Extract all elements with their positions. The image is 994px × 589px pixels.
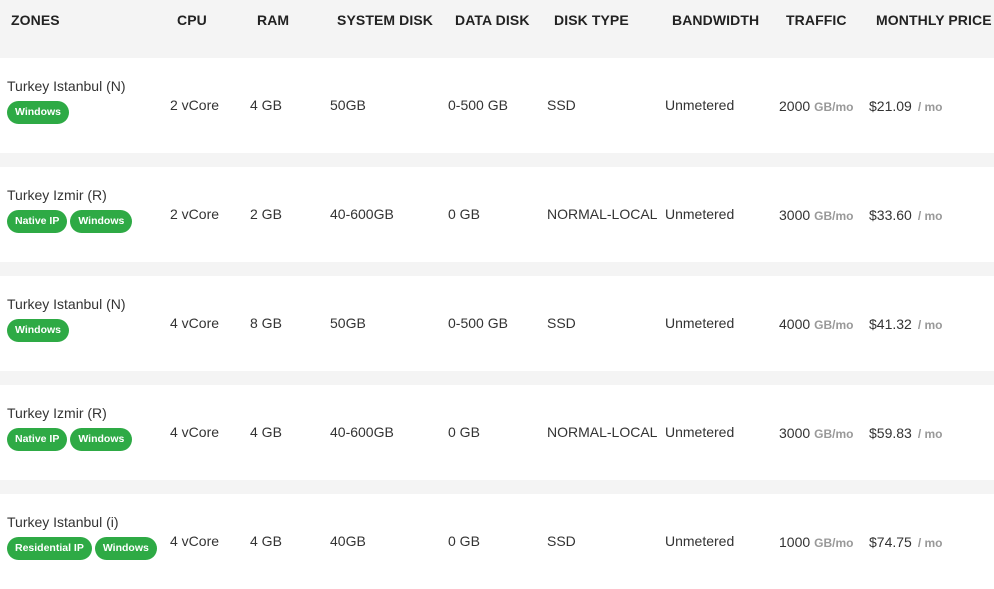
disk-type-value: SSD [547,315,576,331]
zone-badges: Windows [7,101,69,124]
disk-type-value: SSD [547,533,576,549]
price-unit: / mo [917,100,943,114]
monthly-price-value: $41.32 / mo [869,316,943,332]
traffic-value: 1000 GB/mo [779,534,854,550]
bandwidth-value: Unmetered [665,315,735,331]
zone-badges: Windows [7,319,69,342]
traffic-unit: GB/mo [814,427,854,441]
windows-badge: Windows [94,537,157,560]
monthly-price-value: $33.60 / mo [869,207,943,223]
traffic-unit: GB/mo [814,209,854,223]
monthly-price-value: $74.75 / mo [869,534,943,550]
residential-ip-badge: Residential IP [7,537,92,560]
header-ram: RAM [257,12,290,28]
bandwidth-value: Unmetered [665,206,735,222]
traffic-amount: 1000 [779,534,811,550]
header-traffic: TRAFFIC [786,12,847,28]
system-disk-value: 40GB [330,533,366,549]
cpu-value: 4 vCore [170,533,220,549]
header-disk-type: DISK TYPE [554,12,629,28]
bandwidth-value: Unmetered [665,533,735,549]
data-disk-value: 0-500 GB [448,315,508,331]
monthly-price-value: $21.09 / mo [869,98,943,114]
price-unit: / mo [917,318,943,332]
ram-value: 2 GB [250,206,282,222]
traffic-unit: GB/mo [814,318,854,332]
bandwidth-value: Unmetered [665,424,735,440]
price-amount: $41.32 [869,316,912,332]
header-data-disk: DATA DISK [455,12,530,28]
price-amount: $21.09 [869,98,912,114]
bandwidth-value: Unmetered [665,97,735,113]
data-disk-value: 0 GB [448,533,480,549]
table-header: ZONES CPU RAM SYSTEM DISK DATA DISK DISK… [0,0,994,44]
header-system-disk: SYSTEM DISK [337,12,434,28]
price-amount: $74.75 [869,534,912,550]
disk-type-value: NORMAL-LOCAL [547,424,658,440]
traffic-unit: GB/mo [814,536,854,550]
cpu-value: 4 vCore [170,424,220,440]
traffic-value: 3000 GB/mo [779,425,854,441]
ram-value: 4 GB [250,533,282,549]
price-amount: $59.83 [869,425,912,441]
windows-badge: Windows [7,319,69,342]
traffic-value: 3000 GB/mo [779,207,854,223]
zone-name: Turkey Istanbul (N) [7,296,126,312]
native-ip-badge: Native IP [7,210,68,233]
system-disk-value: 50GB [330,97,366,113]
cpu-value: 2 vCore [170,206,220,222]
data-disk-value: 0-500 GB [448,97,508,113]
disk-type-value: SSD [547,97,576,113]
price-unit: / mo [917,209,943,223]
zone-name: Turkey Izmir (R) [7,405,107,421]
table-row[interactable]: Turkey Izmir (R) Native IP Windows 2 vCo… [0,167,994,262]
header-monthly-price: MONTHLY PRICE [876,12,992,28]
native-ip-badge: Native IP [7,428,68,451]
zone-badges: Native IP Windows [7,210,133,233]
ram-value: 4 GB [250,424,282,440]
traffic-value: 4000 GB/mo [779,316,854,332]
data-disk-value: 0 GB [448,206,480,222]
windows-badge: Windows [70,210,133,233]
traffic-unit: GB/mo [814,100,854,114]
zone-badges: Residential IP Windows [7,537,157,560]
traffic-amount: 3000 [779,207,811,223]
zone-badges: Native IP Windows [7,428,133,451]
ram-value: 4 GB [250,97,282,113]
traffic-value: 2000 GB/mo [779,98,854,114]
table-row[interactable]: Turkey Istanbul (N) Windows 4 vCore 8 GB… [0,276,994,371]
header-zones: ZONES [11,12,60,28]
price-unit: / mo [917,427,943,441]
system-disk-value: 40-600GB [330,424,394,440]
traffic-amount: 3000 [779,425,811,441]
price-amount: $33.60 [869,207,912,223]
zone-name: Turkey Izmir (R) [7,187,107,203]
traffic-amount: 2000 [779,98,811,114]
windows-badge: Windows [7,101,69,124]
windows-badge: Windows [70,428,133,451]
traffic-amount: 4000 [779,316,811,332]
disk-type-value: NORMAL-LOCAL [547,206,658,222]
monthly-price-value: $59.83 / mo [869,425,943,441]
table-row[interactable]: Turkey Istanbul (i) Residential IP Windo… [0,494,994,589]
data-disk-value: 0 GB [448,424,480,440]
header-cpu: CPU [177,12,207,28]
zone-name: Turkey Istanbul (N) [7,78,126,94]
cpu-value: 2 vCore [170,97,220,113]
header-bandwidth: BANDWIDTH [672,12,760,28]
system-disk-value: 50GB [330,315,366,331]
cpu-value: 4 vCore [170,315,220,331]
zone-name: Turkey Istanbul (i) [7,514,119,530]
ram-value: 8 GB [250,315,282,331]
price-unit: / mo [917,536,943,550]
table-row[interactable]: Turkey Izmir (R) Native IP Windows 4 vCo… [0,385,994,480]
system-disk-value: 40-600GB [330,206,394,222]
table-row[interactable]: Turkey Istanbul (N) Windows 2 vCore 4 GB… [0,58,994,153]
